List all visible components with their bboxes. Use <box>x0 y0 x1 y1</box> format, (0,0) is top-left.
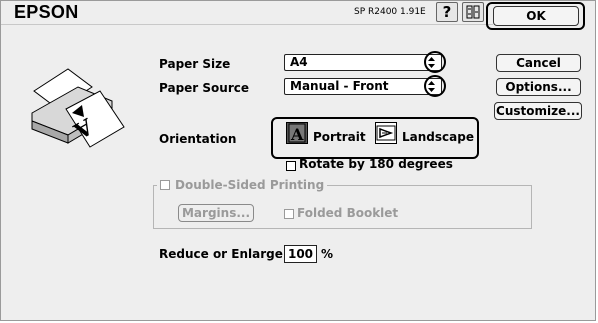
landscape-radio[interactable] <box>375 122 397 144</box>
portrait-label[interactable]: Portrait <box>313 130 366 144</box>
rotate-180-checkbox[interactable] <box>286 161 296 171</box>
percent-unit: % <box>321 247 334 261</box>
printer-settings-icon <box>466 5 480 19</box>
ok-button[interactable]: OK <box>493 6 579 26</box>
paper-source-value: Manual - Front <box>290 79 389 93</box>
double-sided-label: Double-Sided Printing <box>175 178 325 192</box>
paper-source-popup[interactable]: Manual - Front <box>284 78 442 95</box>
folded-booklet-label: Folded Booklet <box>297 206 399 220</box>
brand-logo: EPSON <box>14 2 79 22</box>
paper-size-label: Paper Size <box>159 57 231 71</box>
rotate-180-label[interactable]: Rotate by 180 degrees <box>299 157 453 171</box>
landscape-orientation-icon <box>376 125 396 141</box>
paper-size-value: A4 <box>290 55 308 69</box>
driver-version: SP R2400 1.91E <box>354 7 426 17</box>
landscape-label[interactable]: Landscape <box>402 130 474 144</box>
reduce-enlarge-label: Reduce or Enlarge <box>159 247 283 261</box>
page-setup-dialog: EPSON SP R2400 1.91E ? OK Cancel Options… <box>0 0 596 321</box>
advanced-settings-button[interactable] <box>462 2 484 22</box>
portrait-orientation-icon: A <box>288 123 306 144</box>
orientation-label: Orientation <box>159 132 237 146</box>
paper-size-popup[interactable]: A4 <box>284 54 442 71</box>
svg-text:A: A <box>290 125 304 143</box>
help-button[interactable]: ? <box>436 2 458 22</box>
portrait-radio[interactable]: A <box>286 122 308 144</box>
question-mark-icon: ? <box>442 3 452 21</box>
double-sided-legend: Double-Sided Printing <box>157 178 328 192</box>
customize-button[interactable]: Customize... <box>494 102 582 120</box>
cancel-button[interactable]: Cancel <box>496 54 581 72</box>
options-button[interactable]: Options... <box>496 78 581 96</box>
paper-source-arrow-callout <box>424 75 446 97</box>
margins-button[interactable]: Margins... <box>178 204 254 222</box>
double-sided-checkbox[interactable] <box>160 180 170 190</box>
scale-input[interactable]: 100 <box>284 245 317 263</box>
paper-source-label: Paper Source <box>159 81 249 95</box>
paper-size-arrow-callout <box>424 51 446 73</box>
header-divider <box>1 24 493 25</box>
folded-booklet-checkbox[interactable] <box>284 209 294 219</box>
printer-feed-illustration-icon: A <box>31 68 125 148</box>
